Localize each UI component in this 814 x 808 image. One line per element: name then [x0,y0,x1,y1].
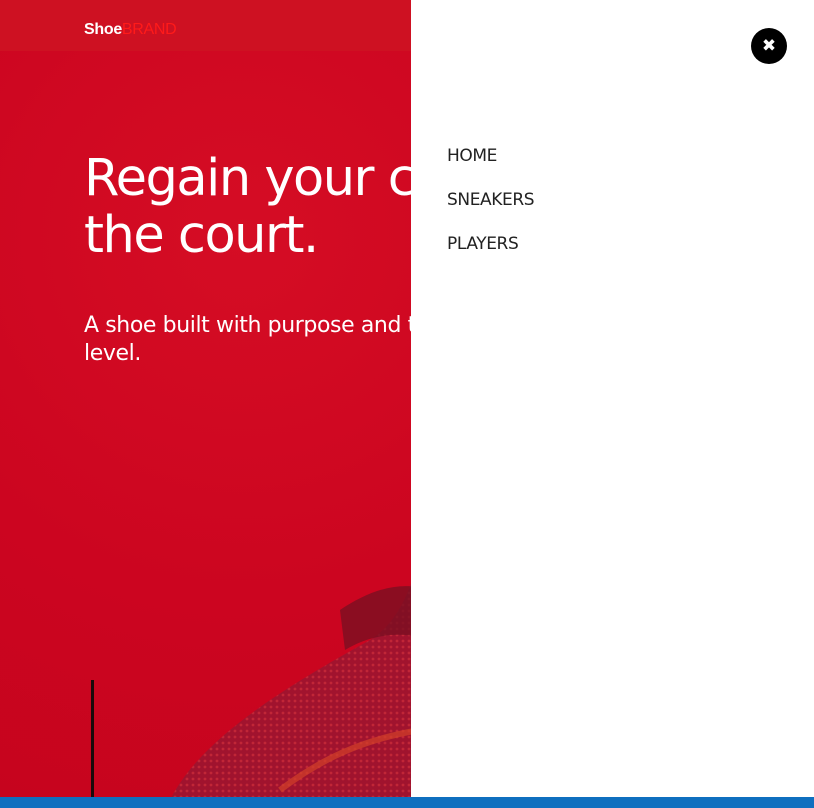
side-menu-drawer: ✖ HOME SNEAKERS PLAYERS [411,0,814,797]
drawer-nav-menu: HOME SNEAKERS PLAYERS [447,146,535,278]
headline-line-2: the court. [84,206,319,265]
nav-item-home[interactable]: HOME [447,146,534,190]
bottom-color-strip [0,797,814,808]
nav-item-sneakers[interactable]: SNEAKERS [447,190,535,234]
logo-shoe-text: Shoe [84,21,122,38]
scroll-indicator-line [91,680,94,797]
nav-item-players[interactable]: PLAYERS [447,234,534,278]
close-menu-button[interactable]: ✖ [751,28,787,64]
subtitle-line-2: level. [84,341,141,366]
headline-line-1: Regain your co [84,149,445,208]
subtitle-line-1: A shoe built with purpose and to [84,313,429,338]
close-icon: ✖ [761,36,777,56]
logo-brand-text: BRAND [121,21,177,38]
brand-logo[interactable]: ShoeBRAND [84,21,177,39]
